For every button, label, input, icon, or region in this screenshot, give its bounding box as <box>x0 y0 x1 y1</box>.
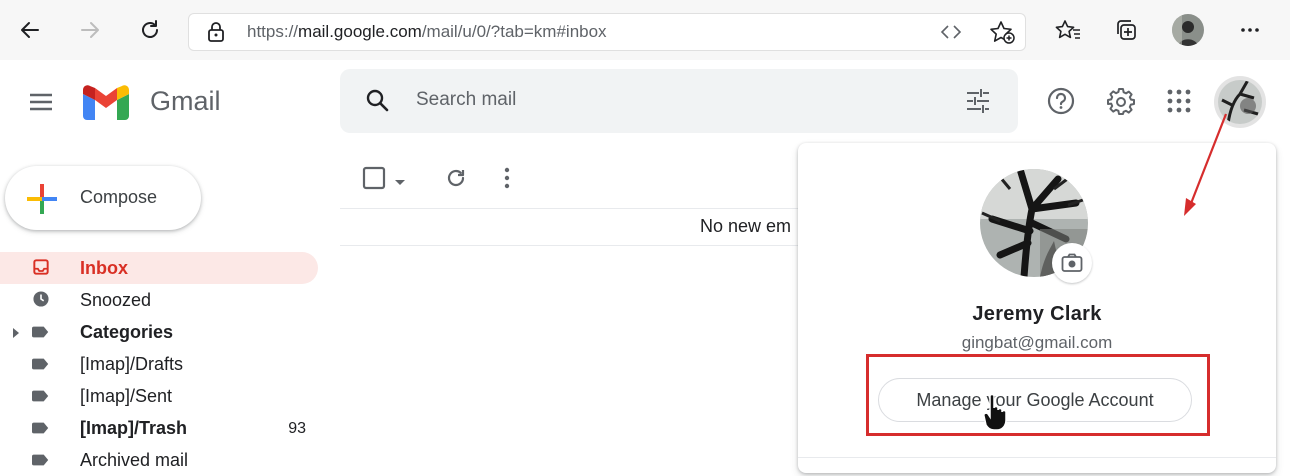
url-path: /mail/u/0/?tab=km#inbox <box>421 22 607 41</box>
search-input[interactable] <box>416 89 936 111</box>
sidebar-item-label: [Imap]/Sent <box>80 386 173 406</box>
inbox-icon <box>33 259 49 275</box>
sidebar-item-imap-trash[interactable]: [Imap]/Trash 93 <box>0 412 318 444</box>
empty-inbox-text: No new em <box>700 216 792 236</box>
clock-icon <box>33 291 49 307</box>
url-host: mail.google.com <box>298 22 422 41</box>
annotation-highlight-box <box>866 354 1210 436</box>
url-scheme: https:// <box>247 22 299 41</box>
profile-avatar[interactable] <box>1172 14 1204 46</box>
add-favorite-icon[interactable] <box>989 20 1015 49</box>
browser-toolbar: https://mail.google.com/mail/u/0/?tab=km… <box>0 0 1290 61</box>
hand-cursor-icon <box>983 393 1007 431</box>
sidebar-item-label: Categories <box>80 322 174 342</box>
sidebar-item-imap-drafts[interactable]: [Imap]/Drafts <box>0 348 318 380</box>
mail-toolbar <box>340 150 800 209</box>
more-actions-icon[interactable] <box>500 166 514 195</box>
account-name: Jeremy Clark <box>972 303 1102 325</box>
compose-button[interactable]: Compose <box>5 166 201 230</box>
compose-plus-icon <box>25 182 59 221</box>
select-all-checkbox[interactable] <box>362 166 386 195</box>
gmail-logo-icon[interactable] <box>80 82 132 127</box>
url-text: https://mail.google.com/mail/u/0/?tab=km… <box>247 22 607 42</box>
sidebar-nav: Inbox Snoozed Categories [Imap]/Drafts [… <box>0 250 320 470</box>
refresh-mail-icon[interactable] <box>444 166 468 195</box>
compose-label: Compose <box>80 187 158 207</box>
sidebar-item-snoozed[interactable]: Snoozed <box>0 284 318 316</box>
list-divider <box>340 245 800 246</box>
label-icon <box>32 454 49 466</box>
sidebar-item-label: Snoozed <box>80 290 152 310</box>
label-icon <box>32 390 49 402</box>
sidebar-item-label: [Imap]/Drafts <box>80 354 184 374</box>
favorites-icon[interactable] <box>1052 14 1084 46</box>
camera-icon <box>1061 253 1083 272</box>
sidebar-item-label: [Imap]/Trash <box>80 418 188 438</box>
change-photo-button[interactable] <box>1052 243 1092 283</box>
collections-icon[interactable] <box>1110 14 1142 46</box>
account-email: gingbat@gmail.com <box>961 333 1113 352</box>
search-icon[interactable] <box>364 87 392 120</box>
sidebar-item-label: Archived mail <box>80 450 189 470</box>
sidebar-item-archived-mail[interactable]: Archived mail <box>0 444 318 476</box>
annotation-arrow <box>1184 113 1228 216</box>
sidebar-item-inbox[interactable]: Inbox <box>0 252 318 284</box>
unread-count: 93 <box>288 420 306 437</box>
label-icon <box>32 358 49 370</box>
sidebar-item-categories[interactable]: Categories <box>0 316 318 348</box>
label-icon <box>32 326 49 338</box>
main-menu-icon[interactable] <box>26 87 58 117</box>
forward-arrow-icon[interactable] <box>74 14 106 46</box>
search-box[interactable] <box>340 69 1018 133</box>
expand-arrow-icon[interactable] <box>12 328 20 338</box>
popup-divider <box>798 457 1276 458</box>
sidebar-item-label: Inbox <box>80 258 128 278</box>
lock-icon[interactable] <box>207 22 225 47</box>
back-arrow-icon[interactable] <box>14 14 46 46</box>
reader-mode-icon[interactable] <box>939 22 963 47</box>
help-icon[interactable] <box>1046 86 1076 121</box>
address-bar[interactable]: https://mail.google.com/mail/u/0/?tab=km… <box>188 13 1026 51</box>
search-options-icon[interactable] <box>964 87 992 120</box>
more-icon[interactable] <box>1234 14 1266 46</box>
refresh-icon[interactable] <box>134 14 166 46</box>
label-icon <box>32 422 49 434</box>
settings-gear-icon[interactable] <box>1106 86 1136 121</box>
sidebar-item-imap-sent[interactable]: [Imap]/Sent <box>0 380 318 412</box>
gmail-wordmark: Gmail <box>150 86 221 116</box>
select-dropdown-icon[interactable] <box>394 174 406 192</box>
